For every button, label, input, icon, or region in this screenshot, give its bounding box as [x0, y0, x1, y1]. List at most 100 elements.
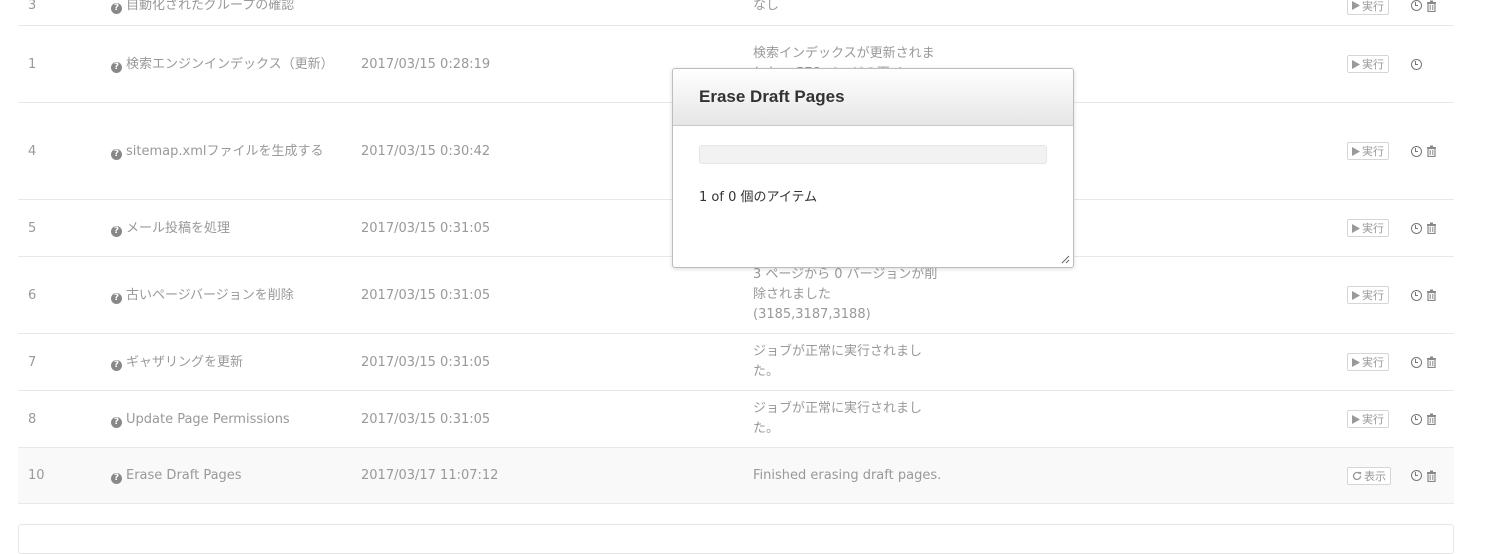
- job-icons: [1411, 200, 1451, 256]
- job-name-cell: ? sitemap.xmlファイルを生成する: [111, 103, 336, 199]
- bottom-panel: [18, 524, 1454, 554]
- play-icon: [1352, 223, 1360, 233]
- run-button[interactable]: 実行: [1347, 286, 1389, 304]
- job-icons: [1411, 448, 1451, 503]
- job-last-run: 2017/03/15 0:28:19: [361, 56, 491, 72]
- table-row: 6? 古いページバージョンを削除 2017/03/15 0:31:05 3 ページから…: [18, 257, 1454, 334]
- job-name: 自動化されたグループの確認: [126, 0, 295, 13]
- job-status: ジョブが正常に実行されました。: [753, 344, 923, 379]
- clock-icon[interactable]: [1411, 0, 1422, 11]
- job-status: ジョブが正常に実行されました。: [753, 401, 923, 436]
- play-icon: [1352, 1, 1360, 10]
- run-button[interactable]: 実行: [1347, 353, 1389, 371]
- job-last-run: 2017/03/15 0:31:05: [361, 411, 491, 427]
- job-name-cell: ? 自動化されたグループの確認: [111, 0, 336, 25]
- table-row: 7? ギャザリングを更新 2017/03/15 0:31:05 ジョブが正常に実行され…: [18, 334, 1454, 391]
- trash-icon[interactable]: [1426, 356, 1437, 368]
- job-last-run: 2017/03/15 0:31:05: [361, 354, 491, 370]
- question-icon[interactable]: ?: [111, 416, 122, 428]
- job-last-run: 2017/03/15 0:31:05: [361, 220, 491, 236]
- play-icon: [1352, 146, 1360, 156]
- run-button[interactable]: 実行: [1347, 55, 1389, 73]
- clock-icon[interactable]: [1411, 145, 1422, 157]
- question-icon[interactable]: ?: [111, 359, 122, 371]
- job-name-cell: ? ギャザリングを更新: [111, 334, 336, 390]
- job-name-cell: ? Update Page Permissions: [111, 391, 336, 447]
- job-id: 8: [28, 411, 37, 427]
- clock-icon[interactable]: [1411, 356, 1422, 368]
- job-id: 5: [28, 220, 37, 236]
- job-icons: [1411, 391, 1451, 447]
- job-icons: [1411, 257, 1451, 333]
- job-name: ギャザリングを更新: [126, 354, 244, 370]
- job-id: 4: [28, 143, 37, 159]
- job-icons: [1411, 0, 1451, 25]
- play-icon: [1352, 290, 1360, 300]
- job-name: Erase Draft Pages: [126, 468, 242, 483]
- job-status: 3 ページから 0 バージョンが削除されました (3185,3187,3188): [753, 267, 938, 322]
- clock-icon[interactable]: [1411, 470, 1422, 481]
- clock-icon[interactable]: [1411, 58, 1422, 70]
- question-icon[interactable]: ?: [111, 225, 122, 237]
- question-icon[interactable]: ?: [111, 3, 122, 14]
- job-action-cell: 実行: [1347, 200, 1397, 256]
- job-status: Finished erasing draft pages.: [753, 467, 942, 483]
- job-name: sitemap.xmlファイルを生成する: [126, 143, 324, 159]
- job-action-cell: 実行: [1347, 257, 1397, 333]
- trash-icon[interactable]: [1426, 289, 1437, 301]
- clock-icon[interactable]: [1411, 222, 1422, 234]
- question-icon[interactable]: ?: [111, 473, 122, 484]
- dialog-title: Erase Draft Pages: [699, 87, 845, 106]
- job-id: 7: [28, 354, 37, 370]
- table-row: 3? 自動化されたグループの確認 なし 実行: [18, 0, 1454, 26]
- trash-icon[interactable]: [1426, 0, 1437, 12]
- progress-bar: [699, 145, 1047, 164]
- trash-icon[interactable]: [1426, 413, 1437, 425]
- job-last-run: 2017/03/17 11:07:12: [361, 468, 499, 483]
- job-name: Update Page Permissions: [126, 411, 290, 427]
- job-id: 6: [28, 287, 37, 303]
- job-action-cell: 実行: [1347, 391, 1397, 447]
- job-action-cell: 実行: [1347, 103, 1397, 199]
- progress-text: 1 of 0 個のアイテム: [699, 190, 818, 205]
- trash-icon[interactable]: [1426, 145, 1437, 157]
- job-last-run: 2017/03/15 0:30:42: [361, 143, 491, 159]
- job-action-cell: 実行: [1347, 0, 1397, 25]
- trash-icon[interactable]: [1426, 222, 1437, 234]
- job-last-run: 2017/03/15 0:31:05: [361, 287, 491, 303]
- job-name: メール投稿を処理: [126, 220, 231, 236]
- play-icon: [1352, 59, 1360, 69]
- question-icon[interactable]: ?: [111, 61, 122, 73]
- question-icon[interactable]: ?: [111, 148, 122, 160]
- job-name-cell: ? 古いページバージョンを削除: [111, 257, 336, 333]
- table-row: 8? Update Page Permissions 2017/03/15 0:31…: [18, 391, 1454, 448]
- refresh-icon: [1352, 471, 1362, 480]
- job-action-cell: 実行: [1347, 26, 1397, 102]
- job-name-cell: ? Erase Draft Pages: [111, 448, 336, 503]
- clock-icon[interactable]: [1411, 413, 1422, 425]
- view-button[interactable]: 表示: [1347, 466, 1391, 485]
- job-action-cell: 実行: [1347, 334, 1397, 390]
- table-row: 10? Erase Draft Pages 2017/03/17 11:07:12 F…: [18, 448, 1454, 504]
- job-action-cell: 表示: [1347, 448, 1397, 503]
- run-button[interactable]: 実行: [1347, 410, 1389, 428]
- trash-icon[interactable]: [1426, 470, 1437, 482]
- resize-grip-icon[interactable]: [1061, 255, 1070, 264]
- dialog-header[interactable]: Erase Draft Pages: [673, 69, 1073, 126]
- job-last-run: [361, 0, 661, 25]
- job-status: なし: [753, 0, 780, 13]
- run-button[interactable]: 実行: [1347, 0, 1389, 15]
- job-name: 検索エンジンインデックス（更新）: [126, 56, 334, 72]
- clock-icon[interactable]: [1411, 289, 1422, 301]
- run-button[interactable]: 実行: [1347, 219, 1389, 237]
- job-name: 古いページバージョンを削除: [126, 287, 294, 303]
- job-name-cell: ? メール投稿を処理: [111, 200, 336, 256]
- job-icons: [1411, 334, 1451, 390]
- erase-draft-pages-dialog: Erase Draft Pages 1 of 0 個のアイテム: [672, 68, 1074, 268]
- job-icons: [1411, 103, 1451, 199]
- play-icon: [1352, 357, 1360, 367]
- job-id: 10: [28, 468, 45, 483]
- question-icon[interactable]: ?: [111, 292, 122, 304]
- run-button[interactable]: 実行: [1347, 142, 1389, 160]
- job-name-cell: ? 検索エンジンインデックス（更新）: [111, 26, 336, 102]
